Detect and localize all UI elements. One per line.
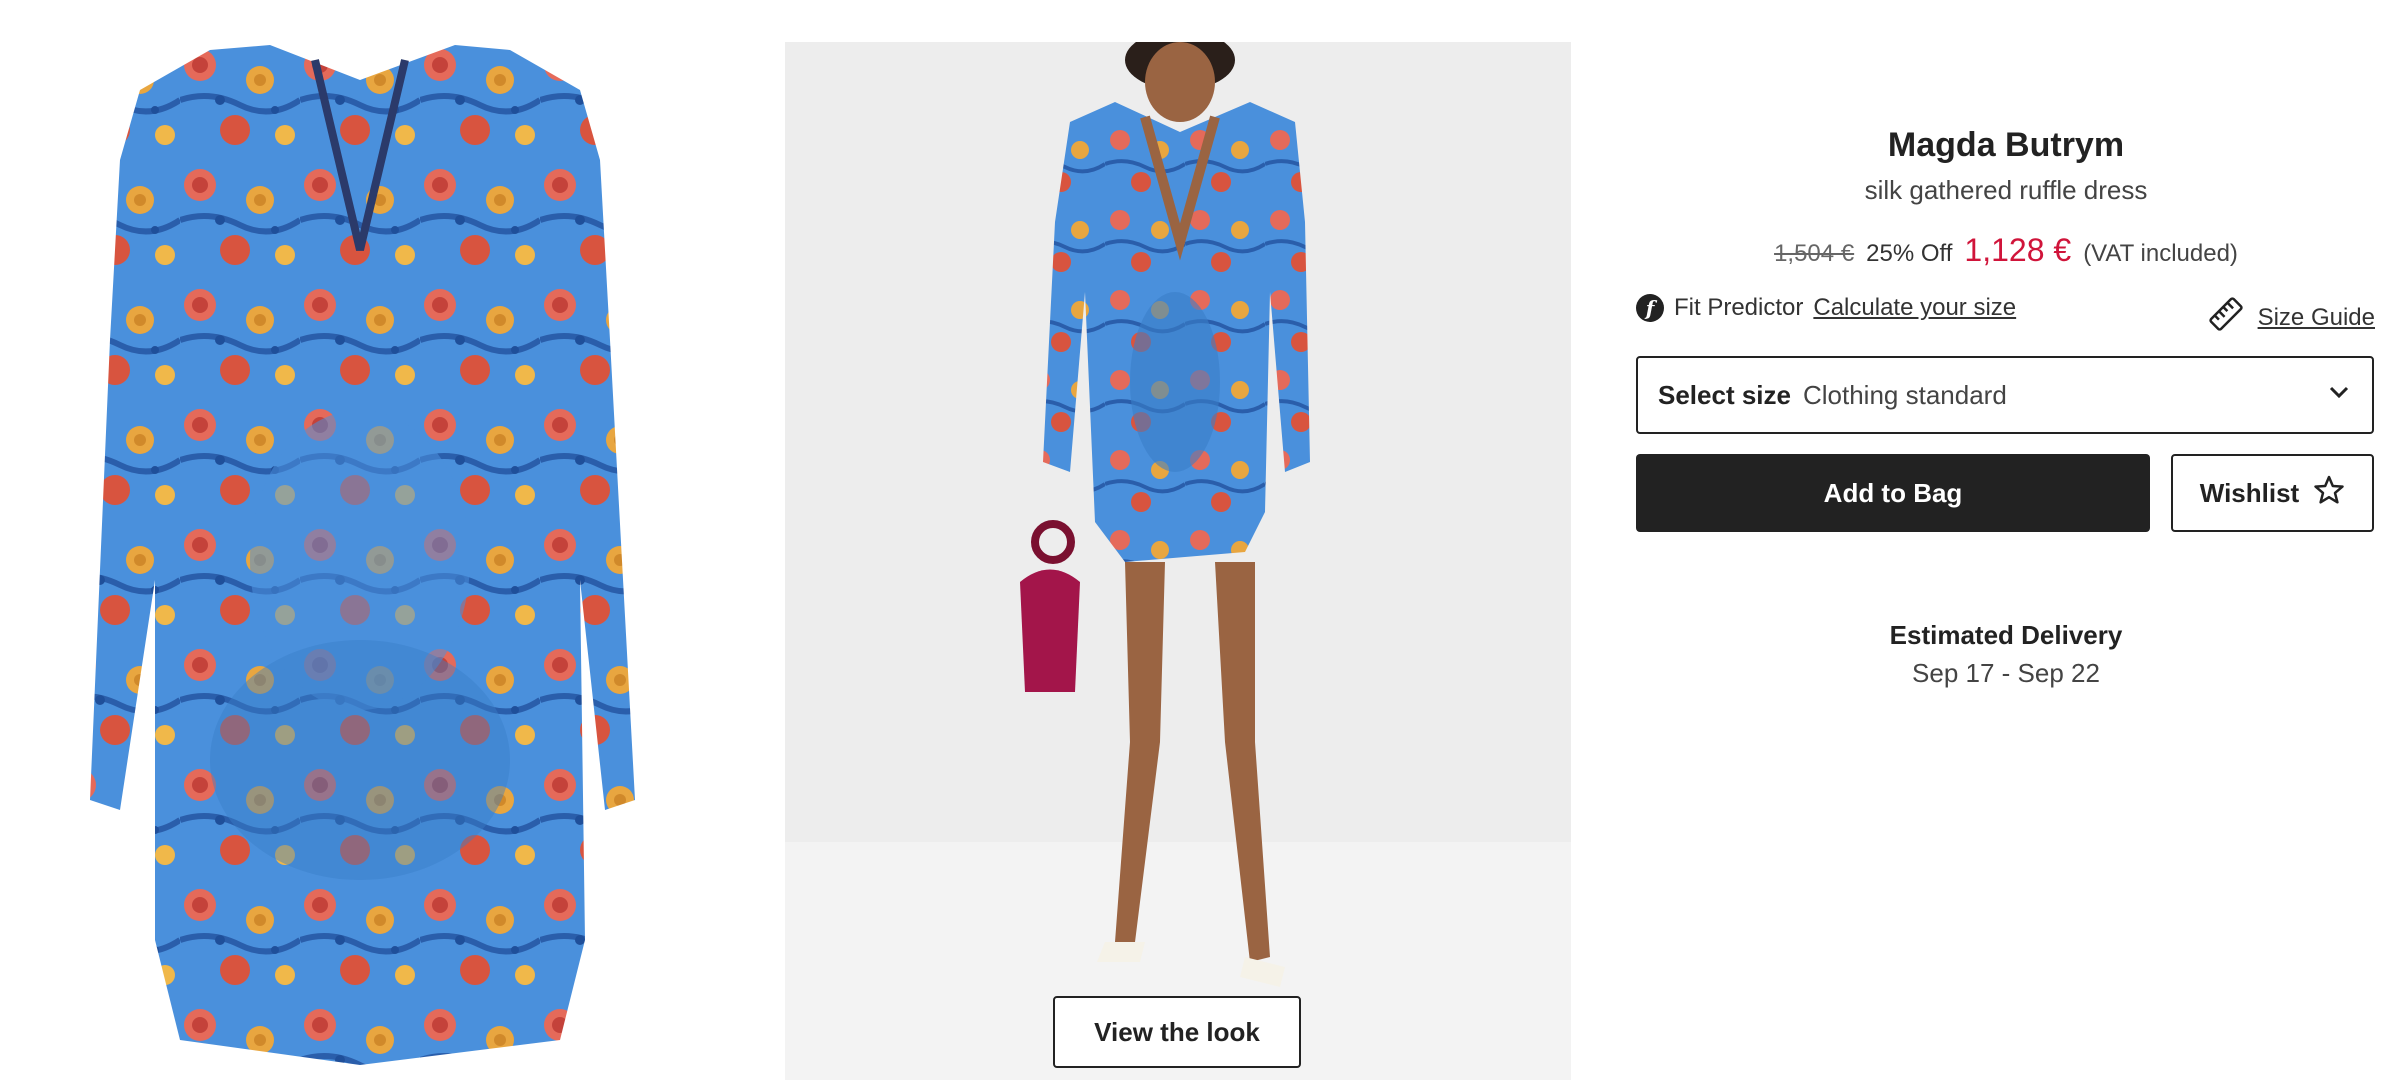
- sale-price: 1,128 €: [1964, 232, 2072, 268]
- size-select[interactable]: Select size Clothing standard: [1636, 356, 2374, 434]
- product-image-model[interactable]: [785, 42, 1571, 1080]
- size-guide-link[interactable]: Size Guide: [2258, 304, 2375, 332]
- fit-predictor: f Fit Predictor Calculate your size: [1636, 294, 2016, 322]
- ruler-icon: [2208, 296, 2244, 339]
- wishlist-button[interactable]: Wishlist: [2171, 454, 2374, 532]
- original-price: 1,504 €: [1774, 240, 1855, 267]
- view-the-look-button[interactable]: View the look: [1053, 996, 1301, 1068]
- fit-predictor-logo-icon: f: [1636, 294, 1664, 322]
- product-image-flat[interactable]: [60, 40, 660, 1070]
- price-row: 1,504 € 25% Off 1,128 € (VAT included): [1636, 232, 2376, 269]
- vat-note: (VAT included): [2083, 240, 2238, 267]
- size-guide[interactable]: Size Guide: [2208, 296, 2375, 339]
- add-to-bag-button[interactable]: Add to Bag: [1636, 454, 2150, 532]
- size-select-label: Select size: [1658, 379, 1791, 410]
- discount-label: 25% Off: [1866, 240, 1953, 267]
- chevron-down-icon: [2326, 379, 2352, 412]
- estimated-delivery-dates: Sep 17 - Sep 22: [1912, 658, 2100, 688]
- calculate-size-link[interactable]: Calculate your size: [1813, 294, 2016, 322]
- fit-predictor-label: Fit Predictor: [1674, 294, 1804, 321]
- estimated-delivery-title: Estimated Delivery: [1889, 620, 2123, 650]
- brand-name[interactable]: Magda Butrym: [1636, 126, 2376, 165]
- size-select-value: Clothing standard: [1802, 379, 2007, 410]
- wishlist-label: Wishlist: [2199, 477, 2300, 508]
- star-icon: [2313, 474, 2345, 513]
- product-description: silk gathered ruffle dress: [1864, 175, 2148, 205]
